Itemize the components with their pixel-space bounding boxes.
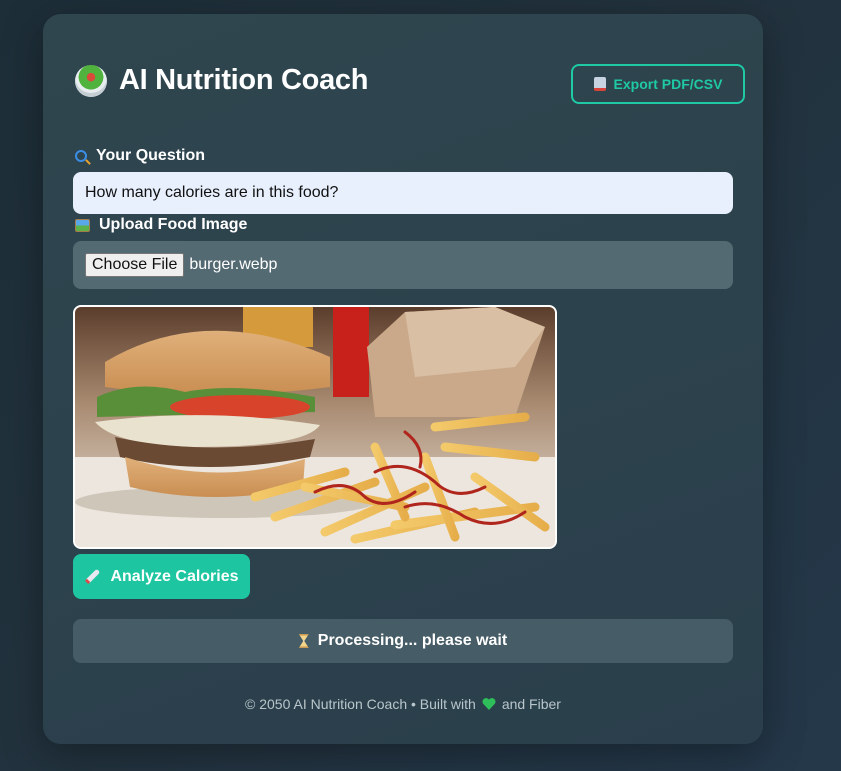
choose-file-button[interactable]: Choose File bbox=[85, 253, 185, 277]
inbox-tray-icon bbox=[593, 77, 606, 91]
status-text: Processing... please wait bbox=[317, 632, 508, 649]
page-title: AI Nutrition Coach bbox=[119, 64, 369, 96]
export-button-label: Export PDF/CSV bbox=[613, 76, 723, 92]
upload-label: Upload Food Image bbox=[75, 216, 247, 234]
food-image-preview bbox=[73, 305, 557, 549]
question-label-text: Your Question bbox=[96, 147, 206, 164]
food-photo bbox=[75, 307, 555, 547]
footer: © 2050 AI Nutrition Coach • Built with a… bbox=[43, 696, 763, 712]
app-header: AI Nutrition Coach bbox=[75, 64, 368, 97]
hourglass-icon bbox=[298, 634, 309, 648]
status-message: Processing... please wait bbox=[73, 619, 733, 663]
export-button[interactable]: Export PDF/CSV bbox=[571, 64, 745, 104]
file-name: burger.webp bbox=[189, 256, 278, 273]
upload-label-text: Upload Food Image bbox=[99, 216, 248, 233]
footer-prefix: © 2050 AI Nutrition Coach • Built with bbox=[245, 696, 476, 712]
question-label: Your Question bbox=[75, 147, 205, 165]
question-input[interactable] bbox=[73, 172, 733, 214]
footer-suffix: and Fiber bbox=[501, 696, 561, 712]
analyze-calories-button[interactable]: Analyze Calories bbox=[73, 554, 250, 599]
rocket-icon bbox=[85, 568, 101, 585]
salad-bowl-icon bbox=[75, 64, 107, 97]
green-heart-icon bbox=[482, 697, 496, 711]
app-card: AI Nutrition Coach Export PDF/CSV Your Q… bbox=[43, 14, 763, 744]
file-input[interactable]: Choose File burger.webp bbox=[73, 241, 733, 289]
analyze-button-label: Analyze Calories bbox=[110, 567, 239, 585]
magnifier-icon bbox=[75, 150, 87, 162]
framed-picture-icon bbox=[75, 218, 90, 232]
